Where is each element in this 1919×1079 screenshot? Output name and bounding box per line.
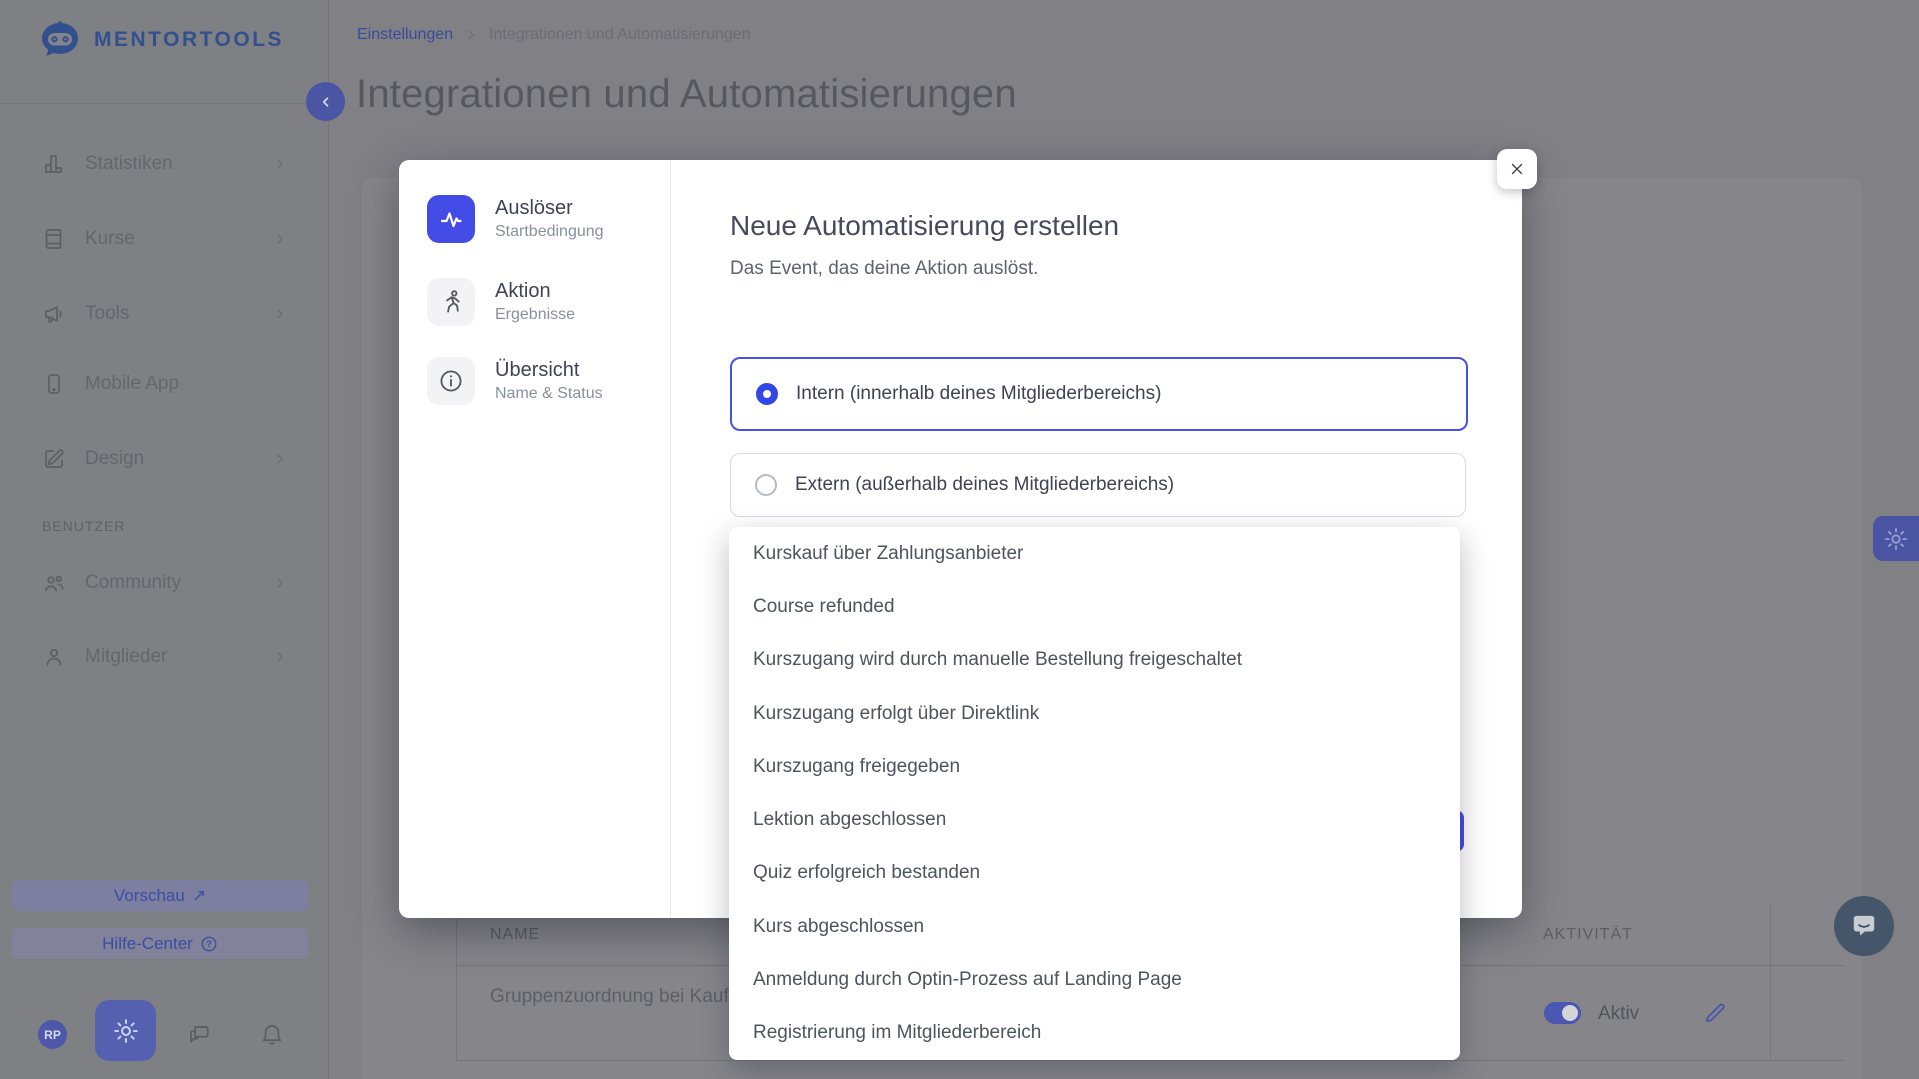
dropdown-item[interactable]: Kurszugang erfolgt über Direktlink	[729, 687, 1460, 740]
step-subtitle: Ergebnisse	[495, 306, 575, 324]
info-icon	[427, 357, 475, 405]
dropdown-item[interactable]: Anmeldung durch Optin-Prozess auf Landin…	[729, 953, 1460, 1006]
option-label: Intern (innerhalb deines Mitgliederberei…	[796, 383, 1161, 405]
step-uebersicht[interactable]: Übersicht Name & Status	[427, 357, 656, 405]
dropdown-item[interactable]: Kurszugang freigegeben	[729, 740, 1460, 793]
radio-extern-unchecked[interactable]	[755, 474, 777, 496]
close-icon	[1508, 160, 1526, 178]
dropdown-item[interactable]: Lektion abgeschlossen	[729, 793, 1460, 846]
app-window: MENTORTOOLS Statistiken Kurse	[0, 0, 1919, 1079]
step-subtitle: Startbedingung	[495, 223, 604, 241]
modal-close-button[interactable]	[1497, 149, 1537, 189]
runner-icon	[427, 278, 475, 326]
option-extern[interactable]: Extern (außerhalb deines Mitgliederberei…	[730, 453, 1466, 517]
event-dropdown-menu: Kurskauf über Zahlungsanbieter Course re…	[729, 527, 1460, 1060]
dropdown-item[interactable]: Kurskauf über Zahlungsanbieter	[729, 527, 1460, 580]
modal-subtitle: Das Event, das deine Aktion auslöst.	[730, 258, 1038, 280]
modal-steps-panel: Auslöser Startbedingung Aktion Ergebniss…	[399, 160, 671, 918]
dropdown-item[interactable]: Course refunded	[729, 580, 1460, 633]
dropdown-item[interactable]: Quiz erfolgreich bestanden	[729, 847, 1460, 900]
radio-intern-checked[interactable]	[756, 383, 778, 405]
option-label: Extern (außerhalb deines Mitgliederberei…	[795, 474, 1174, 496]
dropdown-item[interactable]: Registrierung im Mitgliederbereich	[729, 1007, 1460, 1060]
activity-pulse-icon	[427, 195, 475, 243]
dropdown-item[interactable]: Kurszugang wird durch manuelle Bestellun…	[729, 634, 1460, 687]
step-title: Übersicht	[495, 359, 579, 382]
step-aktion[interactable]: Aktion Ergebnisse	[427, 278, 656, 326]
step-ausloeser[interactable]: Auslöser Startbedingung	[427, 195, 656, 243]
modal-title: Neue Automatisierung erstellen	[730, 210, 1119, 242]
option-intern[interactable]: Intern (innerhalb deines Mitgliederberei…	[730, 357, 1468, 431]
step-title: Aktion	[495, 280, 551, 303]
step-subtitle: Name & Status	[495, 385, 603, 403]
dropdown-item[interactable]: Kurs abgeschlossen	[729, 900, 1460, 953]
step-title: Auslöser	[495, 197, 573, 220]
